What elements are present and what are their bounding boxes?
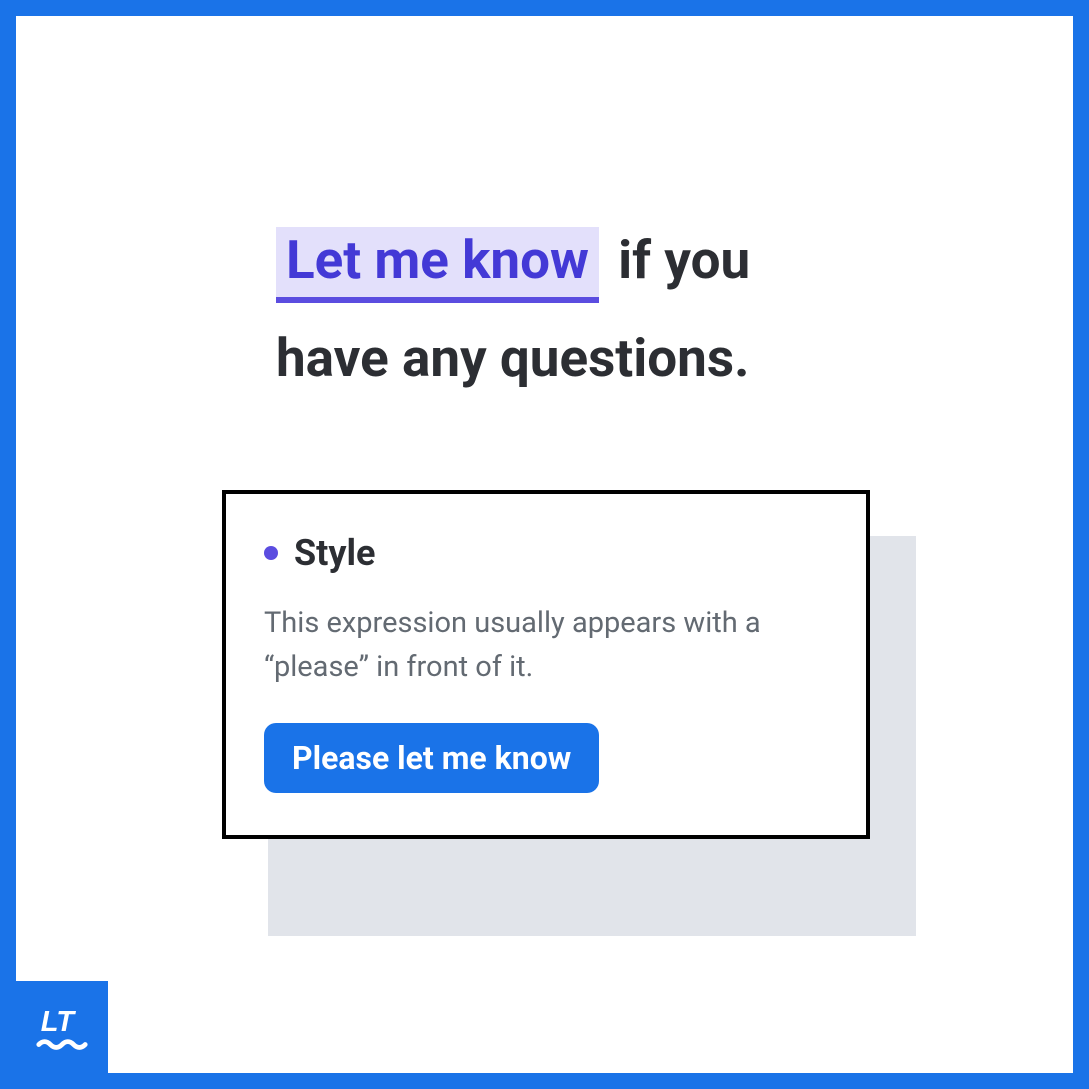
suggestion-popup: Style This expression usually appears wi… [222,490,870,839]
explanation-text: This expression usually appears with a “… [264,602,828,689]
brand-logo-badge: LT [16,981,108,1073]
category-label: Style [294,532,375,574]
svg-text:LT: LT [41,1006,77,1038]
content-area: Let me know if you have any questions. S… [16,16,1073,1073]
languagetool-logo-icon: LT [33,1002,91,1060]
category-bullet-icon [264,546,278,560]
example-sentence: Let me know if you have any questions. [276,211,876,407]
highlighted-phrase[interactable]: Let me know [276,227,599,303]
outer-frame: Let me know if you have any questions. S… [0,0,1089,1089]
popup-header: Style [264,532,828,574]
suggestion-button[interactable]: Please let me know [264,723,599,793]
